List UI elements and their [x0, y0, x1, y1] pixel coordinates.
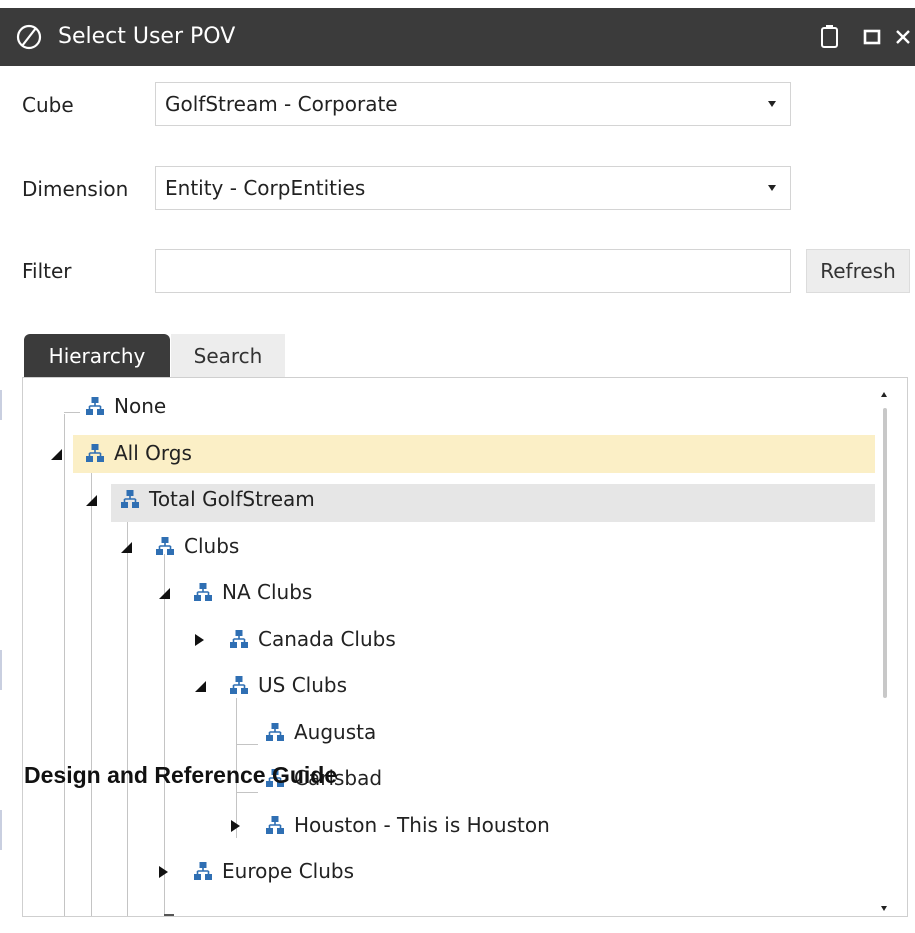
scrollbar-thumb[interactable] — [883, 408, 887, 698]
tree-row-partial — [164, 914, 174, 916]
tree-connector — [236, 744, 258, 745]
hierarchy-node-icon — [85, 396, 105, 416]
chevron-down-icon — [768, 101, 776, 107]
tree-row-highlight — [73, 435, 875, 473]
tree-scrollbar[interactable] — [878, 378, 892, 916]
cube-label: Cube — [22, 93, 74, 117]
onestream-logo-icon — [16, 24, 42, 50]
left-edge-mark — [0, 650, 2, 690]
hierarchy-node-icon — [120, 489, 140, 509]
tree-item-label: Houston - This is Houston — [294, 812, 550, 837]
expand-right-icon[interactable] — [159, 866, 168, 878]
tree-connector — [127, 508, 128, 916]
tab-search[interactable]: Search — [171, 334, 285, 378]
expand-down-icon[interactable] — [159, 588, 170, 599]
hierarchy-node-icon — [265, 815, 285, 835]
hierarchy-node-icon — [229, 675, 249, 695]
hierarchy-node-icon — [229, 629, 249, 649]
window-title: Select User POV — [58, 24, 236, 49]
close-icon[interactable] — [893, 22, 915, 52]
dimension-label: Dimension — [22, 177, 129, 201]
expand-right-icon[interactable] — [195, 633, 204, 646]
maximize-icon[interactable] — [862, 22, 884, 52]
tree-connector — [91, 462, 92, 916]
expand-down-icon[interactable] — [86, 495, 97, 506]
expand-down-icon[interactable] — [51, 448, 62, 460]
overlay-caption: Design and Reference Guide — [24, 762, 338, 788]
scroll-down-icon[interactable] — [881, 906, 887, 911]
dimension-select-value: Entity - CorpEntities — [165, 176, 366, 200]
filter-label: Filter — [22, 259, 72, 283]
tree-item-label: All Orgs — [114, 440, 192, 465]
refresh-button[interactable]: Refresh — [806, 249, 910, 293]
tree-connector — [164, 916, 176, 917]
expand-down-icon[interactable] — [121, 541, 132, 553]
expand-down-icon[interactable] — [195, 681, 206, 692]
hierarchy-node-icon — [193, 582, 213, 602]
tree-connector — [236, 792, 258, 793]
cube-select[interactable]: GolfStream - Corporate — [155, 82, 791, 126]
tree-item-label: Total GolfStream — [149, 487, 315, 511]
tree-connector — [164, 554, 165, 916]
hierarchy-tree: None All Orgs Total GolfStream Clubs NA Club… — [22, 377, 908, 917]
window-titlebar: Select User POV — [0, 8, 915, 66]
filter-input[interactable] — [155, 249, 791, 293]
hierarchy-node-icon — [193, 861, 213, 881]
expand-right-icon[interactable] — [231, 819, 240, 832]
clipboard-icon[interactable] — [818, 22, 842, 52]
dimension-select[interactable]: Entity - CorpEntities — [155, 166, 791, 210]
cube-select-value: GolfStream - Corporate — [165, 92, 398, 116]
scroll-up-icon[interactable] — [881, 392, 887, 397]
tree-item-label: Europe Clubs — [222, 859, 355, 883]
tree-item-label: Clubs — [184, 533, 240, 558]
tree-connector — [64, 412, 80, 413]
left-edge-mark — [0, 810, 2, 850]
hierarchy-node-icon — [155, 536, 175, 556]
tree-item-label: Augusta — [294, 719, 377, 744]
chevron-down-icon — [768, 185, 776, 191]
left-edge-mark — [0, 390, 2, 420]
tree-item-label: NA Clubs — [222, 580, 313, 604]
tree-item-label: Canada Clubs — [258, 626, 396, 651]
hierarchy-node-icon — [85, 443, 105, 463]
tree-item-label: None — [114, 394, 167, 418]
tree-connector — [64, 414, 65, 916]
tree-item-label: US Clubs — [258, 673, 348, 697]
hierarchy-node-icon — [265, 722, 285, 742]
tab-hierarchy[interactable]: Hierarchy — [24, 334, 170, 378]
